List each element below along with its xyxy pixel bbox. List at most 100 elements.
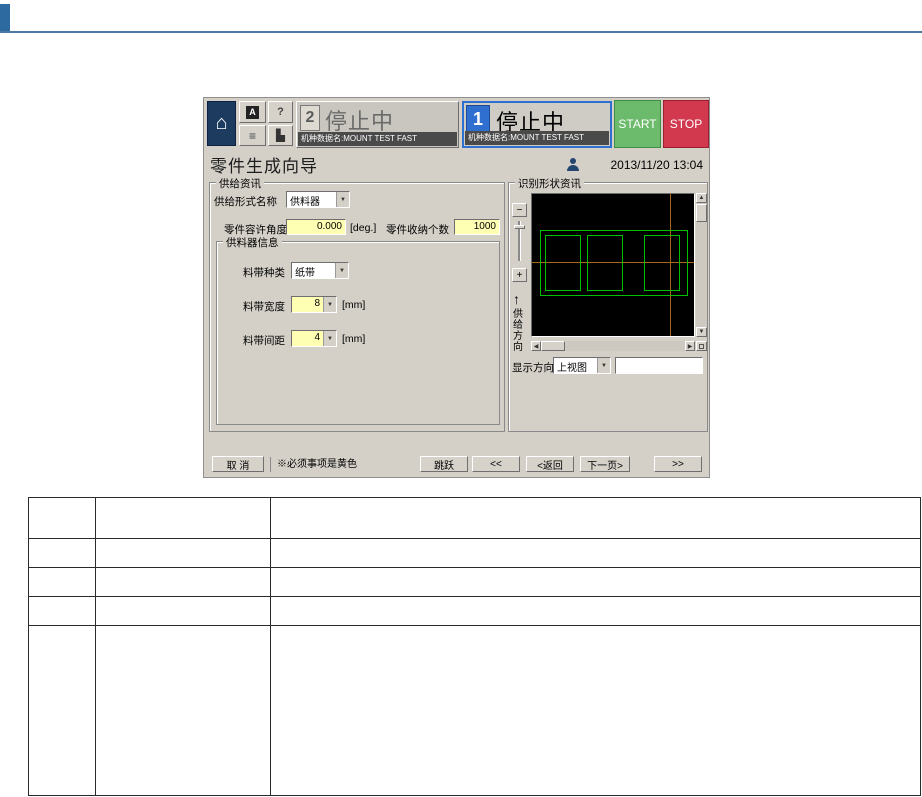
- scrollbar-corner-button[interactable]: [696, 341, 707, 351]
- vertical-scroll-thumb[interactable]: [696, 204, 707, 222]
- machine-number-badge: 2: [300, 105, 320, 131]
- back-button[interactable]: <返回: [526, 456, 574, 472]
- minus-icon: −: [516, 204, 523, 216]
- feeder-info-group: 供料器信息 料带种类 纸带 ▼ 料带宽度 8 ▼ [mm] 料带间距 4 ▼ […: [216, 235, 500, 425]
- back-label: <返回: [537, 460, 563, 472]
- table-cell: [28, 497, 96, 539]
- tape-width-select[interactable]: 8 ▼: [291, 296, 337, 313]
- scroll-left-icon: ◀: [533, 343, 539, 350]
- table-cell: [95, 497, 271, 539]
- stop-label: STOP: [669, 117, 703, 131]
- table-row: [28, 567, 921, 597]
- table-row: [28, 596, 921, 626]
- forward-button[interactable]: >>: [654, 456, 702, 472]
- menu-button[interactable]: ≡: [239, 125, 266, 146]
- tape-type-select[interactable]: 纸带 ▼: [291, 262, 349, 279]
- table-cell: [270, 596, 921, 626]
- cancel-label: 取 消: [226, 460, 250, 472]
- rewind-button[interactable]: <<: [472, 456, 520, 472]
- feeder-tool-icon: ▙: [276, 130, 285, 142]
- machine-ui-panel: ⌂ A ? ≡ ▙ 2 停止中 机种数据名:MOUNT TEST FAST 1 …: [203, 97, 710, 478]
- table-cell: [95, 596, 271, 626]
- scroll-down-button[interactable]: ▼: [696, 327, 707, 337]
- view-vertical-scrollbar[interactable]: ▲ ▼: [696, 193, 707, 337]
- corner-icon: [699, 343, 704, 349]
- forward-label: >>: [672, 458, 684, 470]
- supply-form-value: 供料器: [290, 197, 320, 207]
- feed-direction-label: 供给方向: [513, 309, 523, 353]
- mode-a-button[interactable]: A: [239, 101, 266, 123]
- doc-table: [28, 497, 921, 796]
- status-panel-machine-2[interactable]: 2 停止中 机种数据名:MOUNT TEST FAST: [296, 101, 459, 148]
- tape-pitch-value: 4: [292, 331, 323, 346]
- tape-type-value: 纸带: [295, 268, 315, 278]
- display-direction-select[interactable]: 上视图 ▼: [553, 357, 611, 374]
- home-button[interactable]: ⌂: [207, 101, 236, 146]
- scroll-right-icon: ▶: [687, 343, 693, 350]
- header-rule: [0, 31, 922, 33]
- table-cell: [270, 538, 921, 568]
- start-button[interactable]: START: [614, 100, 661, 148]
- chevron-down-icon: ▼: [323, 297, 336, 312]
- table-row: [28, 497, 921, 539]
- display-direction-label: 显示方向: [512, 362, 554, 374]
- feed-direction-arrow-icon: ↑: [513, 291, 520, 307]
- table-cell: [95, 538, 271, 568]
- supply-form-select[interactable]: 供料器 ▼: [286, 191, 350, 208]
- table-cell: [28, 538, 96, 568]
- tape-width-unit-label: [mm]: [342, 299, 366, 311]
- horizontal-scroll-thumb[interactable]: [541, 341, 565, 351]
- menu-icon: ≡: [248, 128, 256, 143]
- machine-data-name: 机种数据名:MOUNT TEST FAST: [465, 131, 609, 145]
- table-cell: [28, 596, 96, 626]
- tape-width-label: 料带宽度: [243, 301, 285, 313]
- next-page-label: 下一页>: [587, 460, 623, 472]
- help-icon: ?: [277, 106, 284, 118]
- tape-pitch-select[interactable]: 4 ▼: [291, 330, 337, 347]
- display-direction-value: 上视图: [557, 363, 587, 373]
- view-horizontal-scrollbar[interactable]: ◀ ▶: [531, 341, 695, 351]
- zoom-slider-handle[interactable]: [514, 225, 525, 229]
- cancel-button[interactable]: 取 消: [212, 456, 264, 472]
- scroll-up-button[interactable]: ▲: [696, 193, 707, 203]
- scroll-right-button[interactable]: ▶: [685, 341, 695, 351]
- zoom-out-button[interactable]: −: [512, 203, 527, 217]
- page-title: 零件生成向导: [210, 157, 318, 176]
- table-cell: [270, 567, 921, 597]
- home-icon: ⌂: [215, 112, 228, 134]
- letter-a-icon: A: [246, 105, 259, 119]
- status-panel-machine-1[interactable]: 1 停止中 机种数据名:MOUNT TEST FAST: [462, 101, 612, 148]
- supply-info-group: 供给资讯 供给形式名称 供料器 ▼ 零件容许角度 0.000 [deg.] 零件…: [209, 176, 505, 432]
- jump-button[interactable]: 跳跃: [420, 456, 468, 472]
- table-cell: [95, 625, 271, 796]
- rewind-label: <<: [490, 458, 502, 470]
- count-input[interactable]: 1000: [454, 219, 500, 235]
- scroll-down-icon: ▼: [698, 329, 705, 335]
- supply-info-legend: 供给资讯: [216, 176, 264, 191]
- pocket-outline-1: [545, 235, 581, 291]
- header-accent-square: [0, 4, 10, 31]
- part-shape-view: [531, 193, 695, 337]
- table-cell: [95, 567, 271, 597]
- tape-width-value: 8: [292, 297, 323, 312]
- table-row: [28, 625, 921, 796]
- pocket-outline-2: [587, 235, 623, 291]
- user-icon: [567, 158, 579, 171]
- feeder-tool-button[interactable]: ▙: [268, 125, 293, 146]
- pocket-outline-3: [644, 235, 680, 291]
- scroll-up-icon: ▲: [698, 195, 705, 201]
- next-page-button[interactable]: 下一页>: [580, 456, 630, 472]
- stop-button[interactable]: STOP: [663, 100, 709, 148]
- tape-pitch-label: 料带间距: [243, 335, 285, 347]
- zoom-in-button[interactable]: +: [512, 268, 527, 282]
- help-button[interactable]: ?: [268, 101, 293, 123]
- recognition-value-box[interactable]: [615, 357, 703, 374]
- table-cell: [28, 625, 96, 796]
- chevron-down-icon: ▼: [323, 331, 336, 346]
- angle-input[interactable]: 0.000: [286, 219, 346, 235]
- start-label: START: [618, 117, 657, 131]
- scroll-left-button[interactable]: ◀: [531, 341, 541, 351]
- chevron-down-icon: ▼: [336, 192, 349, 207]
- datetime-label: 2013/11/20 13:04: [610, 158, 703, 172]
- tape-type-label: 料带种类: [243, 267, 285, 279]
